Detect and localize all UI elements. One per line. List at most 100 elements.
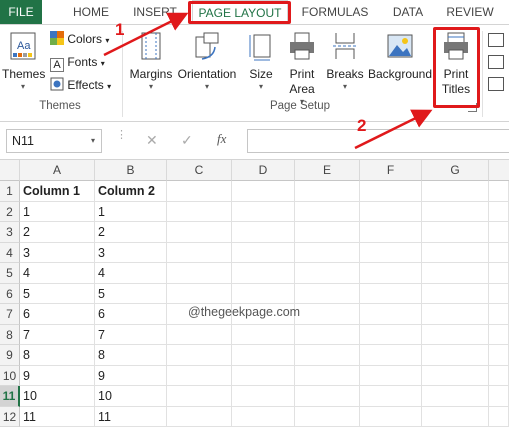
- grid-cell[interactable]: [295, 202, 360, 223]
- margins-button[interactable]: Margins ▾: [127, 31, 175, 92]
- grid-cell[interactable]: [422, 345, 489, 366]
- grid-cell[interactable]: [422, 263, 489, 284]
- grid-cell[interactable]: 4: [95, 263, 167, 284]
- row-header[interactable]: 1: [0, 181, 20, 202]
- grid-cell[interactable]: 2: [20, 222, 95, 243]
- width-setting-icon[interactable]: [488, 33, 504, 47]
- grid-cell[interactable]: Column 1: [20, 181, 95, 202]
- row-header[interactable]: 5: [0, 263, 20, 284]
- column-header-f[interactable]: F: [360, 160, 422, 181]
- grid-cell[interactable]: [360, 202, 422, 223]
- row-header[interactable]: 11: [0, 386, 20, 407]
- grid-cell[interactable]: 3: [20, 243, 95, 264]
- print-area-button[interactable]: Print Area ▾: [282, 31, 322, 107]
- row-header[interactable]: 8: [0, 325, 20, 346]
- tab-file[interactable]: FILE: [0, 0, 42, 24]
- grid-cell[interactable]: 1: [95, 202, 167, 223]
- grid-cell[interactable]: [232, 202, 295, 223]
- grid-cell[interactable]: [167, 181, 232, 202]
- grid-cell[interactable]: [422, 366, 489, 387]
- grid-cell[interactable]: [489, 202, 509, 223]
- grid-cell[interactable]: 5: [20, 284, 95, 305]
- grid-cell[interactable]: [295, 243, 360, 264]
- select-all-corner[interactable]: [0, 160, 20, 181]
- grid-cell[interactable]: [232, 407, 295, 427]
- grid-cell[interactable]: [360, 407, 422, 427]
- colors-button[interactable]: Colors ▾: [50, 29, 109, 49]
- grid-cell[interactable]: [360, 345, 422, 366]
- effects-button[interactable]: Effects ▾: [50, 75, 111, 95]
- row-header[interactable]: 2: [0, 202, 20, 223]
- orientation-button[interactable]: Orientation ▾: [176, 31, 238, 92]
- grid-cell[interactable]: [489, 407, 509, 427]
- grid-cell[interactable]: Column 2: [95, 181, 167, 202]
- grid-cell[interactable]: [360, 304, 422, 325]
- grid-cell[interactable]: [360, 386, 422, 407]
- grid-cell[interactable]: 8: [95, 345, 167, 366]
- grid-cell[interactable]: [489, 222, 509, 243]
- grid-cell[interactable]: 1: [20, 202, 95, 223]
- grid-cell[interactable]: [295, 325, 360, 346]
- grid-cell[interactable]: [360, 243, 422, 264]
- grid-cell[interactable]: [167, 222, 232, 243]
- grid-cell[interactable]: [167, 386, 232, 407]
- grid-cell[interactable]: 7: [20, 325, 95, 346]
- breaks-button[interactable]: Breaks ▾: [325, 31, 365, 92]
- grid-cell[interactable]: [422, 243, 489, 264]
- grid-cell[interactable]: 11: [95, 407, 167, 427]
- grid-cell[interactable]: [489, 366, 509, 387]
- grid-cell[interactable]: [295, 407, 360, 427]
- row-header[interactable]: 7: [0, 304, 20, 325]
- grid-cell[interactable]: [232, 263, 295, 284]
- grid-cell[interactable]: [360, 284, 422, 305]
- grid-cell[interactable]: [422, 202, 489, 223]
- grid-cell[interactable]: 6: [95, 304, 167, 325]
- grid-cell[interactable]: [232, 366, 295, 387]
- grid-cell[interactable]: [295, 181, 360, 202]
- grid-cell[interactable]: [489, 243, 509, 264]
- column-header-c[interactable]: C: [167, 160, 232, 181]
- grid-cell[interactable]: [232, 325, 295, 346]
- background-button[interactable]: Background: [366, 31, 434, 82]
- grid-cell[interactable]: [295, 345, 360, 366]
- grid-cell[interactable]: [360, 325, 422, 346]
- row-header[interactable]: 12: [0, 407, 20, 427]
- tab-data[interactable]: DATA: [388, 0, 428, 24]
- grid-cell[interactable]: [167, 366, 232, 387]
- cancel-icon[interactable]: ✕: [146, 132, 158, 149]
- grid-cell[interactable]: [295, 386, 360, 407]
- column-header-b[interactable]: B: [95, 160, 167, 181]
- grid-cell[interactable]: 11: [20, 407, 95, 427]
- grid-cell[interactable]: [360, 222, 422, 243]
- grid-cell[interactable]: 6: [20, 304, 95, 325]
- grid-cell[interactable]: [232, 386, 295, 407]
- grid-cell[interactable]: [295, 284, 360, 305]
- grid-cell[interactable]: [167, 407, 232, 427]
- column-header-g[interactable]: G: [422, 160, 489, 181]
- grid-cell[interactable]: [489, 325, 509, 346]
- grid-cell[interactable]: [232, 284, 295, 305]
- grid-cell[interactable]: [232, 181, 295, 202]
- grid-cell[interactable]: [295, 366, 360, 387]
- name-box[interactable]: N11 ▾: [6, 129, 102, 153]
- size-button[interactable]: Size ▾: [244, 31, 278, 92]
- grid-cell[interactable]: 5: [95, 284, 167, 305]
- grid-cell[interactable]: [360, 366, 422, 387]
- grid-cell[interactable]: [295, 222, 360, 243]
- grid-cell[interactable]: [167, 284, 232, 305]
- grid-cell[interactable]: 8: [20, 345, 95, 366]
- fonts-button[interactable]: A Fonts ▾: [50, 52, 105, 72]
- grid-cell[interactable]: 3: [95, 243, 167, 264]
- grid-cell[interactable]: [489, 263, 509, 284]
- grid-cell[interactable]: [232, 345, 295, 366]
- grid-cell[interactable]: 10: [20, 386, 95, 407]
- grid-cell[interactable]: [422, 325, 489, 346]
- grid-cell[interactable]: [489, 284, 509, 305]
- grid-cell[interactable]: 9: [20, 366, 95, 387]
- column-header-h[interactable]: [489, 160, 509, 181]
- grid-cell[interactable]: [360, 263, 422, 284]
- grid-cell[interactable]: [422, 407, 489, 427]
- grid-cell[interactable]: [422, 304, 489, 325]
- grid-cell[interactable]: 9: [95, 366, 167, 387]
- grid-cell[interactable]: [360, 181, 422, 202]
